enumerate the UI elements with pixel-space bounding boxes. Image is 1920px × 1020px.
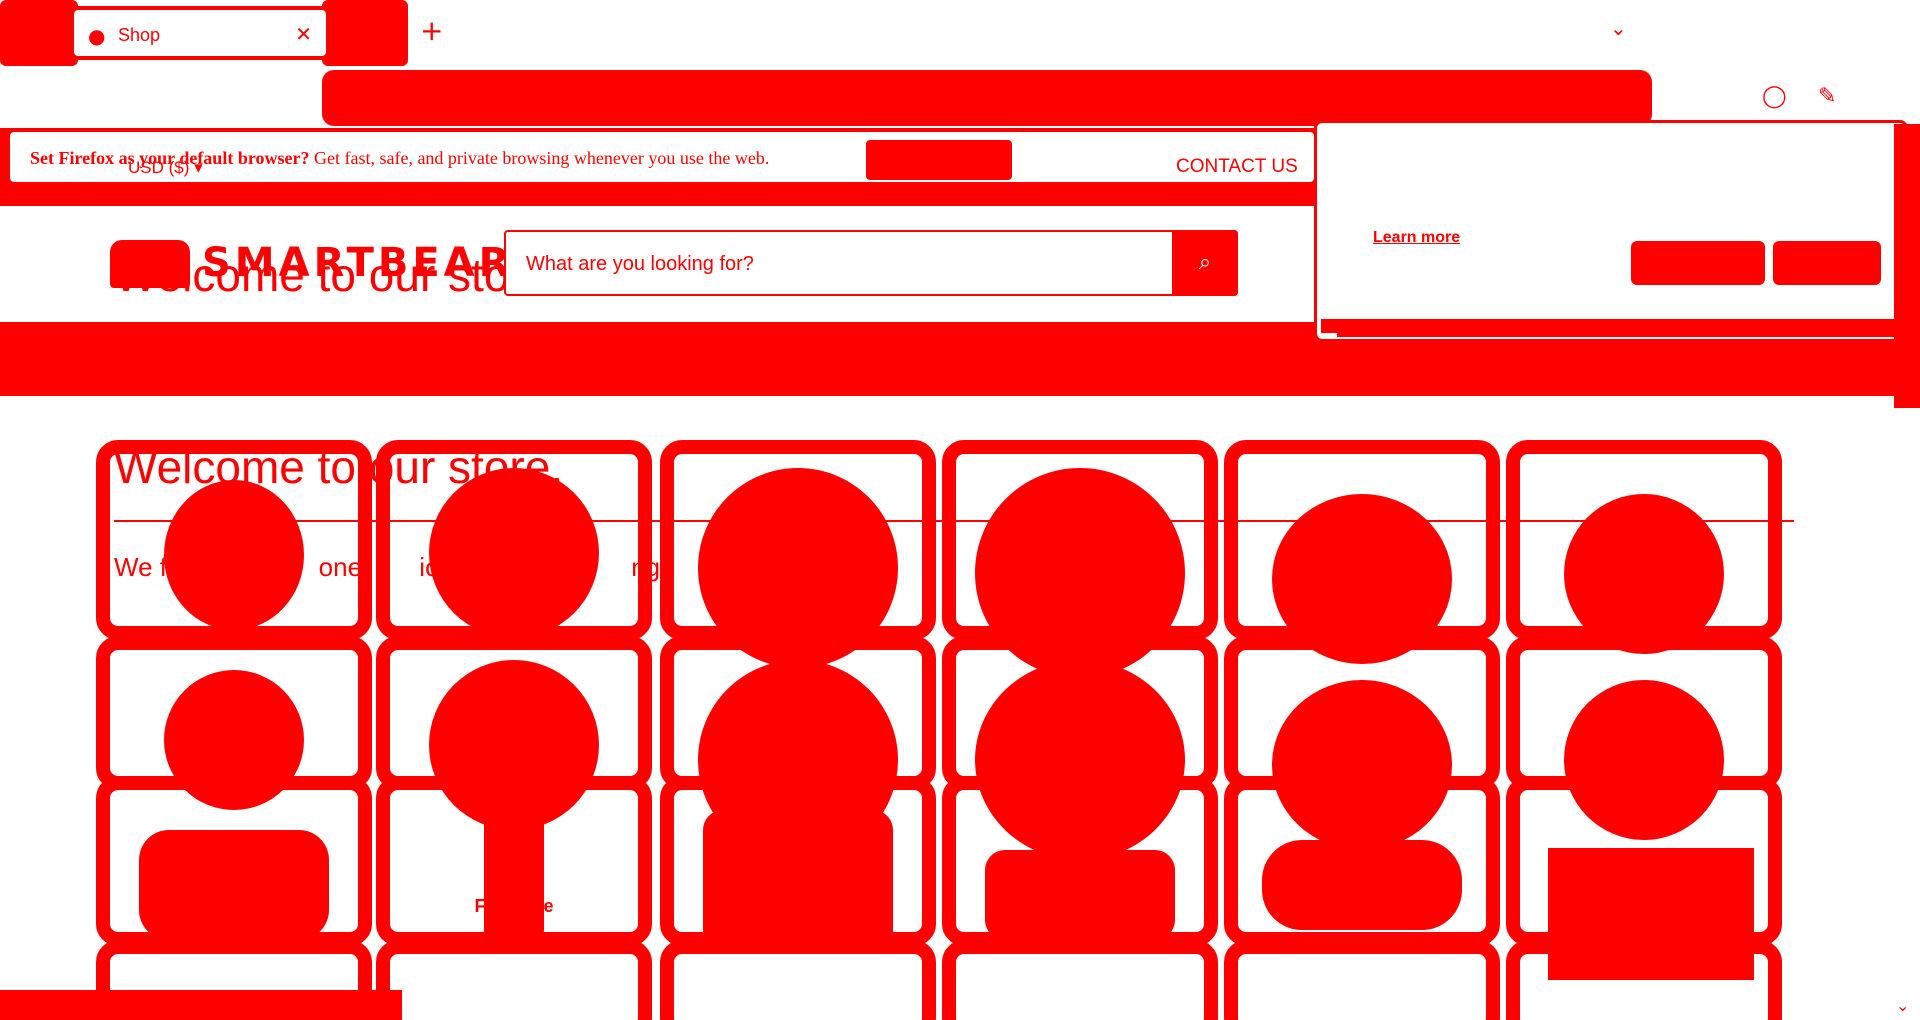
category-card[interactable] bbox=[376, 940, 652, 1020]
checkout-label: CHECKOUT bbox=[1583, 900, 1719, 927]
popup-secondary-button[interactable] bbox=[1773, 241, 1881, 285]
logo[interactable]: SMARTBEAR bbox=[110, 232, 509, 292]
welcome-subtitle: We fo one iori nge q bbox=[114, 552, 722, 583]
category-image bbox=[484, 790, 544, 940]
notification-text: Get fast, safe, and private browsing whe… bbox=[309, 148, 770, 168]
category-image bbox=[139, 830, 329, 940]
chevron-down-icon[interactable]: ⌄ bbox=[1610, 16, 1627, 40]
tab-bar: ● Shop ✕ + ⌄ bbox=[0, 0, 1920, 66]
chevron-down-icon[interactable]: ⌄ bbox=[1896, 996, 1909, 1015]
category-card[interactable] bbox=[96, 776, 372, 946]
plus-icon[interactable]: + bbox=[420, 14, 443, 47]
checkout-button[interactable]: CHECKOUT bbox=[1548, 848, 1754, 980]
scrollbar[interactable] bbox=[1894, 124, 1920, 408]
category-image bbox=[703, 810, 893, 950]
chevron-down-icon: ▾ bbox=[194, 158, 203, 177]
search-input[interactable] bbox=[526, 248, 1106, 280]
category-image bbox=[1262, 840, 1462, 930]
notification-panel: Set Firefox as your default browser? Get… bbox=[10, 132, 1314, 182]
category-image bbox=[1564, 494, 1724, 654]
close-tab-icon[interactable]: ✕ bbox=[295, 22, 312, 46]
category-card[interactable]: Furniture bbox=[376, 776, 652, 946]
category-card[interactable] bbox=[376, 636, 652, 830]
category-label: Furniture bbox=[474, 896, 554, 916]
popup-divider bbox=[1337, 333, 1897, 337]
popup-divider bbox=[1321, 319, 1901, 333]
search-box: ⌕ bbox=[504, 230, 1238, 296]
currency-selector[interactable]: USD ($) ▾ bbox=[128, 158, 203, 178]
browser-popup: Learn more bbox=[1314, 120, 1908, 342]
tab-inactive[interactable] bbox=[322, 0, 408, 66]
tab-active[interactable]: ● Shop ✕ bbox=[70, 6, 330, 60]
category-card[interactable] bbox=[942, 940, 1218, 1020]
set-default-button[interactable] bbox=[866, 140, 1012, 180]
welcome-sub-fragment: We fo bbox=[114, 552, 182, 582]
category-card[interactable] bbox=[1506, 636, 1782, 840]
search-button[interactable]: ⌕ bbox=[1172, 230, 1238, 296]
tab-label: Shop bbox=[118, 25, 161, 45]
currency-label: USD ($) bbox=[128, 158, 190, 177]
welcome-sub-fragment: q bbox=[707, 552, 723, 582]
category-card[interactable] bbox=[96, 440, 372, 640]
contact-us-link[interactable]: CONTACT US bbox=[1176, 156, 1298, 178]
search-icon: ⌕ bbox=[1198, 250, 1212, 275]
status-bar bbox=[0, 990, 402, 1020]
url-bar[interactable] bbox=[322, 70, 1652, 126]
category-card[interactable] bbox=[1224, 776, 1500, 946]
category-card[interactable] bbox=[1224, 440, 1500, 664]
bear-logo-icon bbox=[110, 240, 190, 288]
extensions-icon[interactable]: ✎ bbox=[1818, 84, 1836, 109]
learn-more-link[interactable]: Learn more bbox=[1373, 229, 1460, 247]
category-card[interactable] bbox=[942, 776, 1218, 946]
category-card[interactable] bbox=[660, 440, 936, 668]
welcome-sub-fragment: iori bbox=[419, 552, 454, 582]
tab-favicon-icon: ● bbox=[88, 24, 106, 48]
category-card[interactable] bbox=[660, 636, 936, 860]
category-image bbox=[985, 850, 1175, 940]
category-card[interactable] bbox=[660, 776, 936, 950]
category-card[interactable] bbox=[942, 636, 1218, 860]
category-card[interactable] bbox=[96, 636, 372, 810]
category-card[interactable] bbox=[660, 940, 936, 1020]
category-card[interactable] bbox=[942, 440, 1218, 678]
logo-text: SMARTBEAR bbox=[202, 240, 514, 286]
popup-primary-button[interactable] bbox=[1631, 241, 1765, 285]
category-grid: Furniture bbox=[96, 440, 1798, 1020]
category-card[interactable] bbox=[1224, 636, 1500, 850]
welcome-sub-fragment: one bbox=[318, 552, 363, 582]
tab-inactive[interactable] bbox=[0, 0, 78, 66]
pocket-icon[interactable]: ◯ bbox=[1762, 84, 1787, 109]
category-card[interactable] bbox=[1224, 940, 1500, 1020]
category-card[interactable] bbox=[1506, 440, 1782, 654]
category-card[interactable] bbox=[376, 440, 652, 640]
welcome-sub-fragment: nge bbox=[631, 552, 675, 582]
